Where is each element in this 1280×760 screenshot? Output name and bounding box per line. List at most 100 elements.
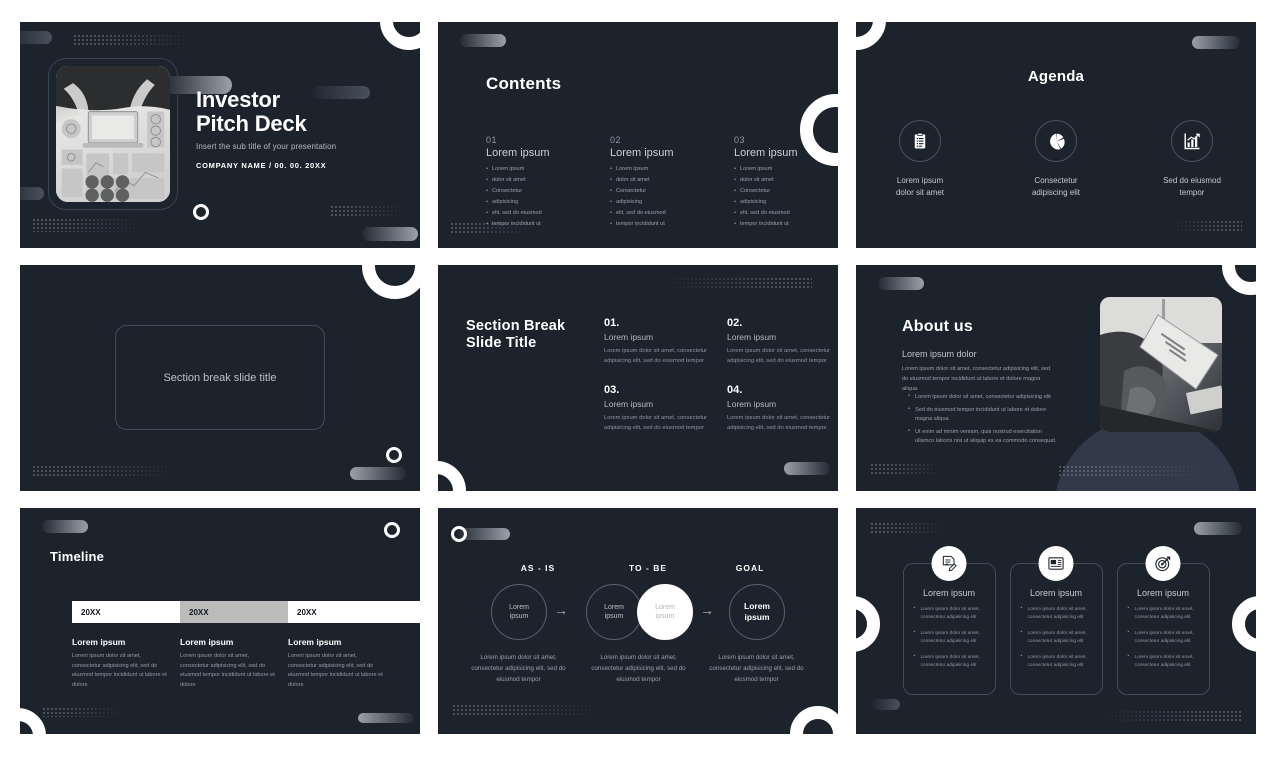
dot-pattern-decoration (32, 218, 142, 232)
pill-decoration (350, 467, 406, 480)
list-item: Lorem ipsum dolor sit amet, consectetur … (1127, 605, 1200, 623)
feature-card[interactable]: Lorem ipsum Lorem ipsum dolor sit amet, … (1009, 546, 1103, 695)
section-title-line-2: Slide Title (466, 335, 537, 351)
agenda-icon-circle (899, 120, 941, 162)
slide-about-us[interactable]: About us Lorem ipsum dolor Lorem ipsum d… (856, 265, 1256, 491)
contents-title: Contents (486, 74, 562, 93)
item-number: 04. (727, 384, 743, 397)
agenda-title: Agenda (1027, 68, 1085, 85)
list-item: Lorem ipsum dolor sit amet, consectetur … (1020, 605, 1093, 623)
card-heading: Lorem ipsum (1029, 588, 1083, 598)
dot-pattern-decoration (330, 205, 402, 217)
title-line-1: Investor (196, 87, 280, 112)
agenda-item[interactable]: Sed do eiusmod tempor (1142, 120, 1243, 198)
target-dart-icon (1155, 556, 1171, 572)
news-report-icon (1048, 557, 1064, 570)
feature-card[interactable]: Lorem ipsum Lorem ipsum dolor sit amet, … (1116, 546, 1210, 695)
dot-pattern-decoration (870, 522, 944, 534)
stage-circle-goal[interactable]: Lorem ipsum (729, 584, 785, 640)
list-item: Consectetur (734, 186, 828, 197)
pill-decoration (358, 713, 414, 723)
stage-circle-as-is[interactable]: Lorem ipsum (491, 584, 547, 640)
slide-contents[interactable]: Contents 01 Lorem ipsum Lorem ipsum dolo… (438, 22, 838, 248)
slide-section-break-items[interactable]: Section Break Slide Title 01. Lorem ipsu… (438, 265, 838, 491)
dot-pattern-decoration (870, 463, 942, 475)
ring-decoration (362, 265, 420, 299)
circle-label: Lorem ipsum (604, 603, 624, 620)
feature-card[interactable]: Lorem ipsum Lorem ipsum dolor sit amet, … (902, 546, 996, 695)
section-items-grid: 01. Lorem ipsum Lorem ipsum dolor sit am… (604, 317, 832, 433)
dot-pattern-decoration (32, 465, 177, 477)
item-body: Lorem ipsum dolor sit amet, consectetur … (604, 348, 708, 364)
dot-pattern-decoration (1172, 220, 1242, 232)
column-body: Lorem ipsum dolor sit amet, consectetur … (288, 653, 383, 688)
clipboard-list-icon (914, 132, 926, 149)
contents-column: 01 Lorem ipsum Lorem ipsum dolor sit ame… (486, 135, 580, 229)
list-item: adipisicing (486, 197, 580, 208)
slide-as-is-to-be-goal[interactable]: AS - IS TO - BE GOAL Lorem ipsum → Lorem… (438, 508, 838, 734)
timeline-title: Timeline (50, 549, 105, 564)
list-item: Lorem ipsum (486, 164, 580, 175)
stage-label-goal: GOAL (735, 563, 765, 573)
timeline-columns: Lorem ipsum Lorem ipsum dolor sit amet, … (72, 637, 396, 690)
column-body: Lorem ipsum dolor sit amet, consectetur … (180, 653, 275, 688)
slide-title[interactable]: Investor Pitch Deck Insert the sub title… (20, 22, 420, 248)
small-ring-decoration (451, 526, 467, 542)
stage-caption-as-is: Lorem ipsum dolor sit amet, consectetur … (471, 654, 566, 683)
column-heading: Lorem ipsum (288, 637, 342, 647)
section-break-title: Section break slide title (163, 371, 277, 384)
title-text-block: Investor Pitch Deck Insert the sub title… (196, 87, 406, 171)
list-item: Lorem ipsum dolor sit amet, consectetur … (908, 392, 1060, 403)
section-item: 04. Lorem ipsum Lorem ipsum dolor sit am… (727, 384, 832, 433)
slide-agenda[interactable]: Agenda Lorem ipsum dolor sit amet Consec… (856, 22, 1256, 248)
list-item: Consectetur (486, 186, 580, 197)
bar-chart-growth-icon (1184, 133, 1200, 150)
ring-decoration (856, 22, 886, 50)
agenda-icon-circle (1171, 120, 1213, 162)
ring-decoration (380, 22, 420, 50)
card-list: Lorem ipsum dolor sit amet, consectetur … (913, 605, 986, 671)
pill-decoration (362, 227, 418, 241)
list-item: Sed do eiusmod tempor incididunt ut labo… (908, 405, 1060, 425)
slide-timeline[interactable]: Timeline 20XX 20XX 20XX Lorem ipsum Lore… (20, 508, 420, 734)
card-list: Lorem ipsum dolor sit amet, consectetur … (1127, 605, 1200, 670)
agenda-caption: Sed do eiusmod tempor (1163, 176, 1221, 197)
list-item: Ut enim ad minim veniam, quis nostrud ex… (908, 427, 1060, 447)
dot-pattern-decoration (1058, 465, 1208, 477)
item-heading: Lorem ipsum (604, 332, 654, 342)
list-item: Consectetur (610, 186, 704, 197)
arrow-icon: → (700, 602, 714, 618)
contents-column: 02 Lorem ipsum Lorem ipsum dolor sit ame… (610, 135, 704, 229)
card-heading: Lorem ipsum (922, 588, 976, 598)
agenda-caption: Consectetur adipiscing elit (1031, 176, 1081, 197)
dot-pattern-decoration (73, 34, 193, 46)
item-number: 02. (727, 317, 743, 329)
stage-circle-to-be-a[interactable]: Lorem ipsum (586, 584, 642, 640)
slide-three-cards[interactable]: Lorem ipsum Lorem ipsum dolor sit amet, … (856, 508, 1256, 734)
list-item: Lorem ipsum dolor sit amet, consectetur … (913, 653, 986, 671)
document-edit-icon (942, 555, 957, 572)
pill-decoration (878, 277, 924, 290)
timeline-column: Lorem ipsum Lorem ipsum dolor sit amet, … (288, 637, 396, 690)
pill-decoration (20, 31, 52, 44)
contents-list: Lorem ipsum dolor sit amet Consectetur a… (734, 164, 828, 229)
small-ring-decoration (193, 204, 209, 220)
about-subheading: Lorem ipsum dolor (902, 349, 977, 359)
agenda-items: Lorem ipsum dolor sit amet Consectetur a… (856, 120, 1256, 198)
agenda-item[interactable]: Consectetur adipiscing elit (1006, 120, 1107, 198)
pill-decoration (1194, 522, 1242, 535)
pill-decoration (1192, 36, 1240, 49)
about-bullets: Lorem ipsum dolor sit amet, consectetur … (908, 392, 1060, 450)
column-heading: Lorem ipsum (180, 637, 234, 647)
title-company-date: COMPANY NAME / 00. 00. 20XX (196, 161, 327, 170)
about-paragraph: Lorem ipsum dolor sit amet, consectetur … (902, 366, 1050, 392)
pill-decoration (42, 520, 88, 533)
section-title-line-1: Section Break (466, 318, 566, 334)
agenda-item[interactable]: Lorem ipsum dolor sit amet (870, 120, 971, 198)
item-number: 03. (604, 384, 620, 397)
contents-heading: Lorem ipsum (610, 147, 674, 159)
contents-number: 03 (734, 135, 746, 145)
slide-section-break[interactable]: Section break slide title (20, 265, 420, 491)
dot-pattern-decoration (42, 707, 122, 717)
stage-circle-to-be-b[interactable]: Lorem ipsum (637, 584, 693, 640)
